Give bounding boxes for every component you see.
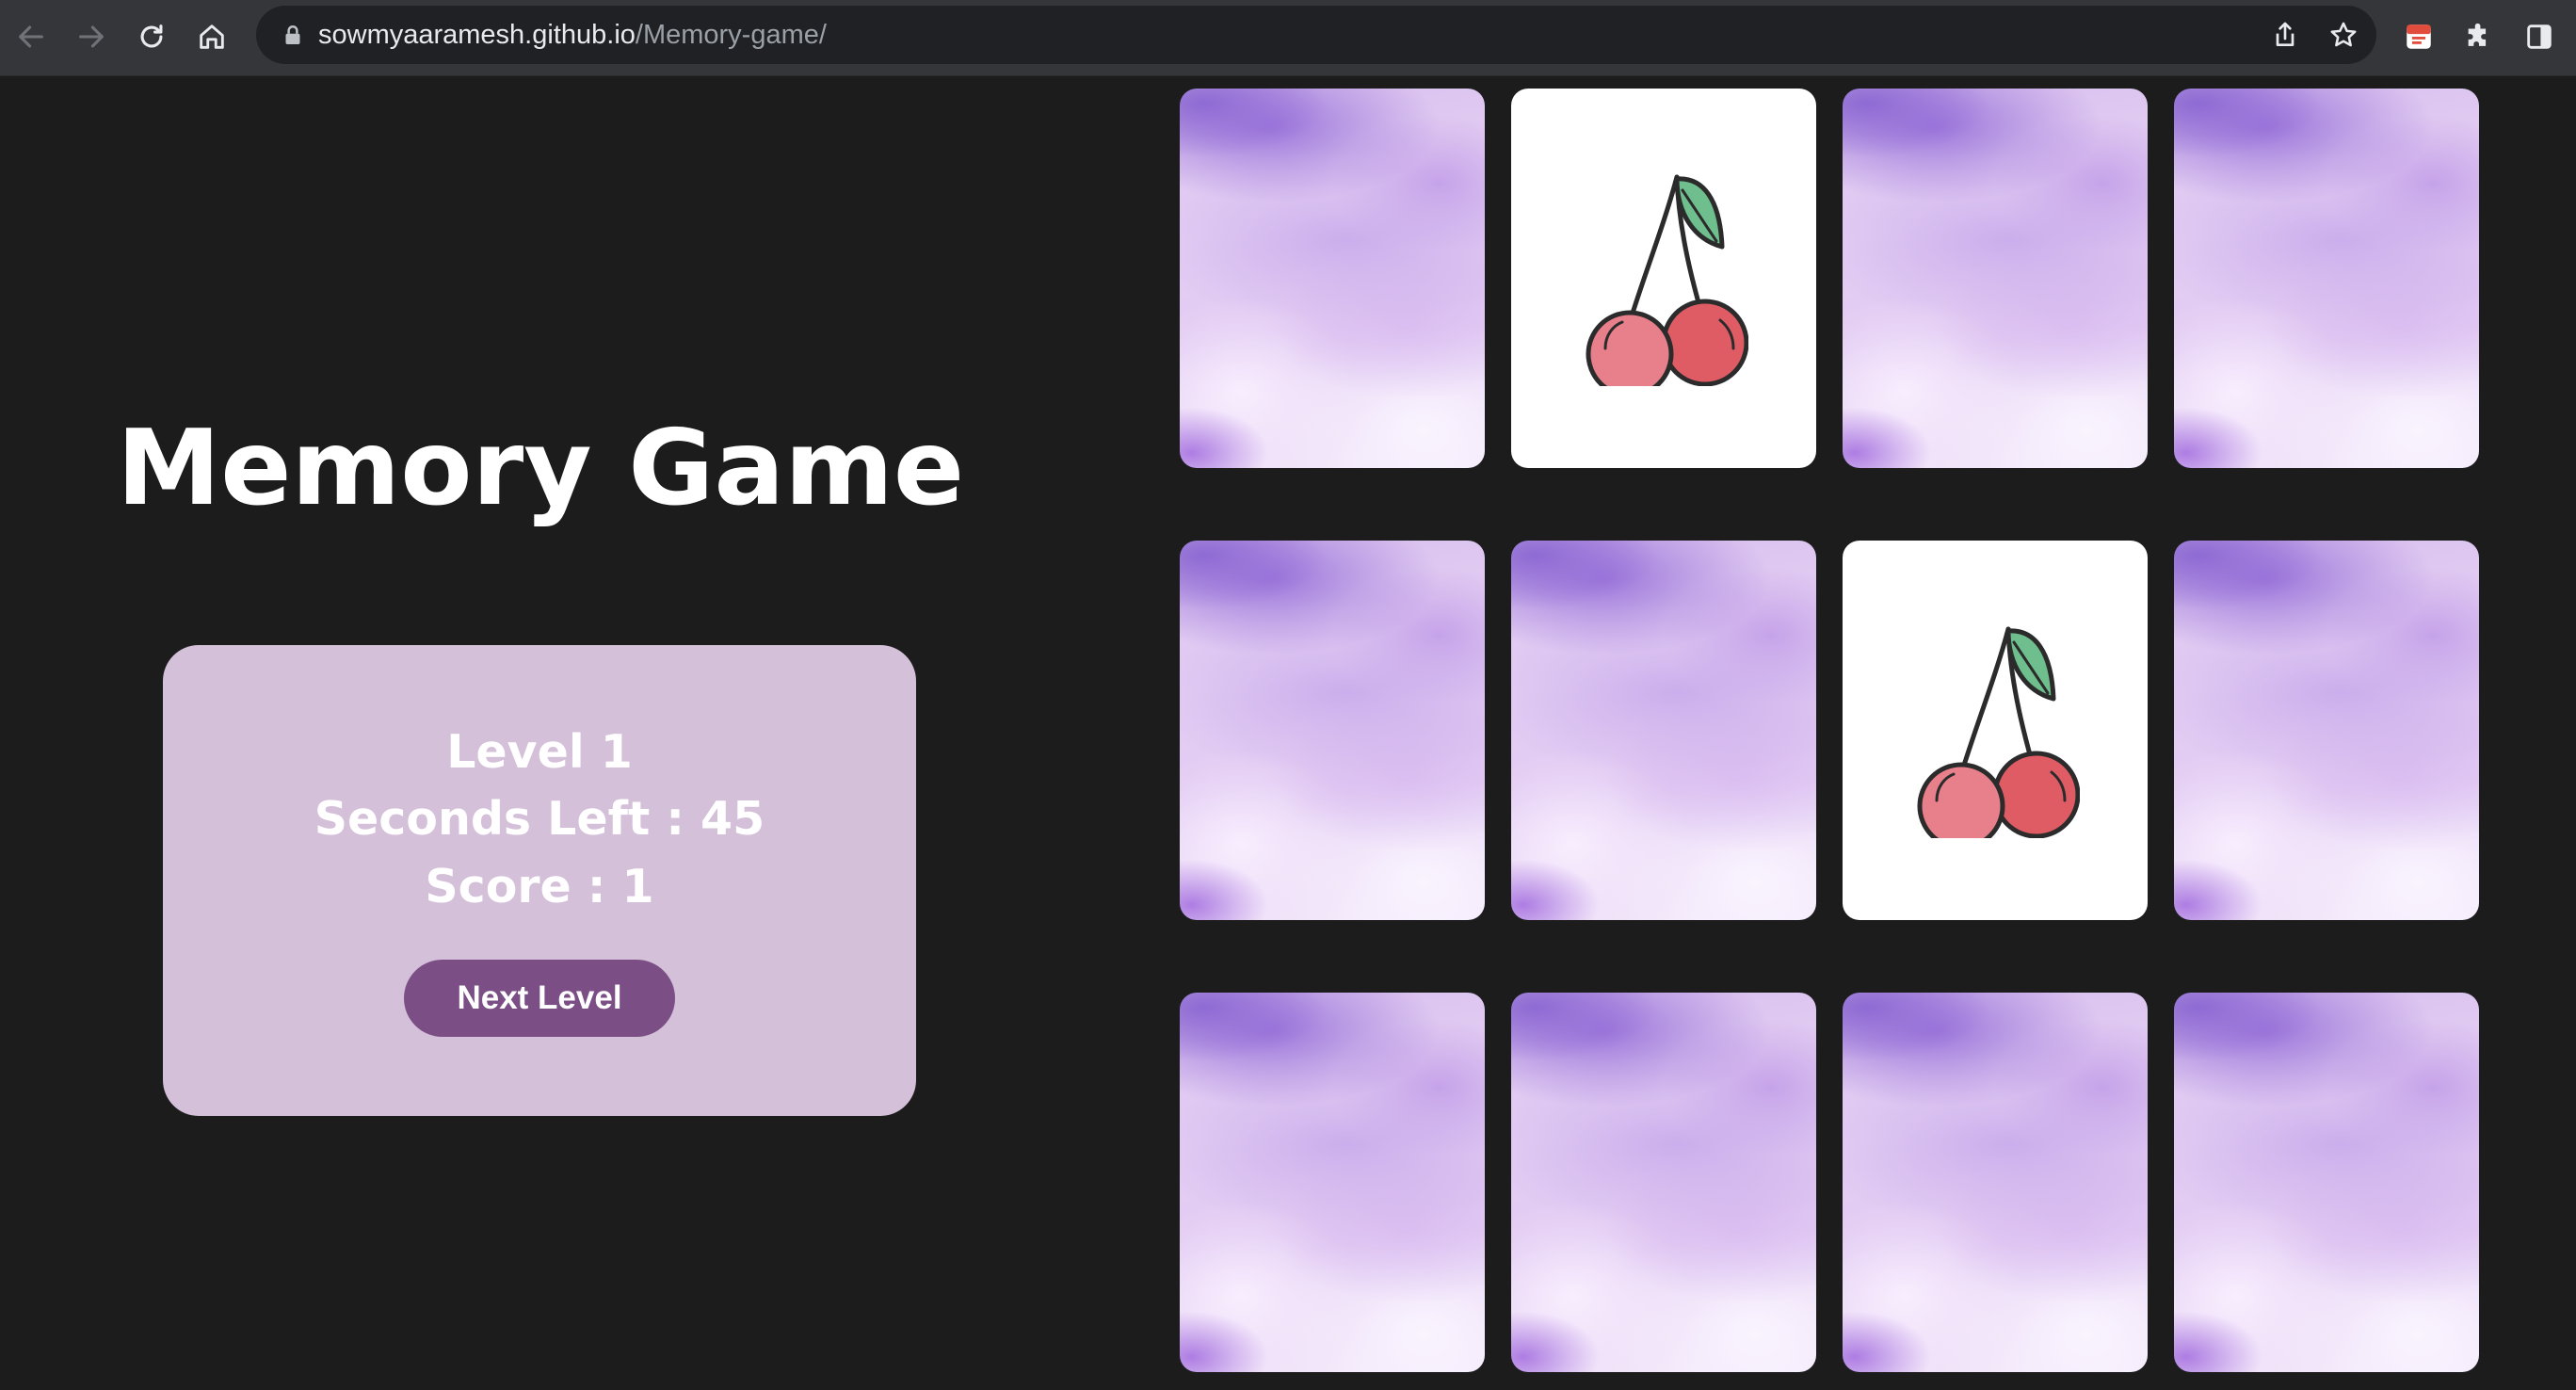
pdf-extension-icon[interactable] bbox=[2395, 13, 2442, 60]
memory-card-face-up[interactable] bbox=[1843, 541, 2148, 920]
share-icon[interactable] bbox=[2263, 13, 2307, 57]
memory-card-face-down[interactable] bbox=[1843, 993, 2148, 1372]
back-arrow-icon[interactable] bbox=[8, 13, 55, 60]
side-panel-icon[interactable] bbox=[2516, 13, 2563, 60]
memory-card-face-down[interactable] bbox=[1180, 993, 1485, 1372]
next-level-button[interactable]: Next Level bbox=[404, 960, 675, 1037]
memory-card-face-down[interactable] bbox=[1180, 541, 1485, 920]
lock-icon[interactable] bbox=[279, 21, 307, 49]
cherry-icon bbox=[1917, 626, 2080, 838]
browser-toolbar: sowmyaaramesh.github.io/Memory-game/ bbox=[0, 0, 2576, 76]
memory-card-face-down[interactable] bbox=[2174, 89, 2479, 468]
info-panel: Level 1 Seconds Left : 45 Score : 1 Next… bbox=[163, 645, 916, 1116]
forward-arrow-icon[interactable] bbox=[68, 13, 115, 60]
url-path: /Memory-game/ bbox=[635, 20, 827, 50]
url-text[interactable]: sowmyaaramesh.github.io/Memory-game/ bbox=[318, 6, 827, 64]
address-bar[interactable]: sowmyaaramesh.github.io/Memory-game/ bbox=[256, 6, 2376, 64]
url-host: sowmyaaramesh.github.io bbox=[318, 20, 636, 50]
memory-card-face-down[interactable] bbox=[1511, 541, 1816, 920]
score-text: Score : 1 bbox=[425, 860, 654, 913]
star-icon[interactable] bbox=[2322, 13, 2365, 57]
memory-card-face-down[interactable] bbox=[2174, 541, 2479, 920]
memory-card-face-up[interactable] bbox=[1511, 89, 1816, 468]
memory-card-face-down[interactable] bbox=[1511, 993, 1816, 1372]
puzzle-icon[interactable] bbox=[2455, 13, 2503, 60]
reload-icon[interactable] bbox=[128, 13, 175, 60]
memory-card-face-down[interactable] bbox=[2174, 993, 2479, 1372]
memory-card-face-down[interactable] bbox=[1180, 89, 1485, 468]
cherry-icon bbox=[1586, 174, 1748, 386]
page-title: Memory Game bbox=[116, 408, 965, 529]
seconds-left-text: Seconds Left : 45 bbox=[314, 792, 765, 846]
level-text: Level 1 bbox=[446, 725, 633, 779]
memory-card-face-down[interactable] bbox=[1843, 89, 2148, 468]
home-icon[interactable] bbox=[188, 13, 235, 60]
